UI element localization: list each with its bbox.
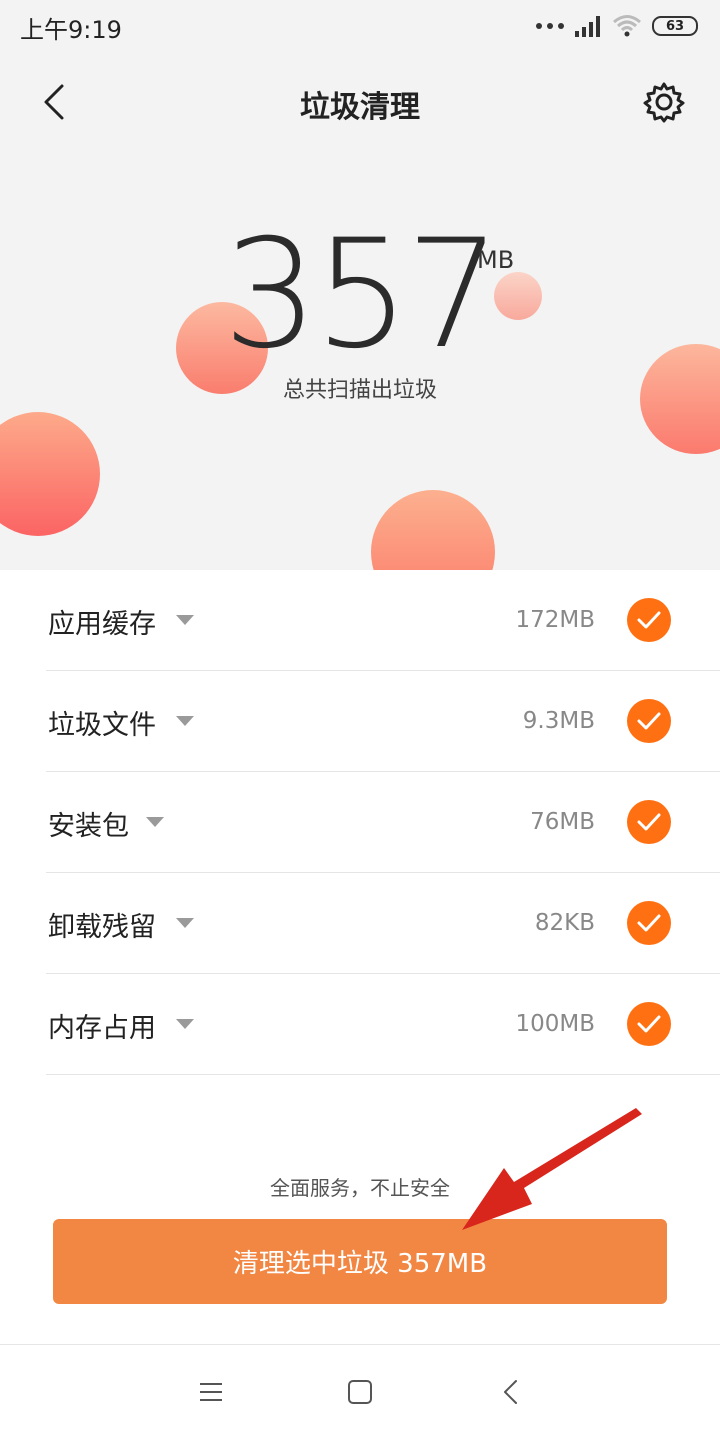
junk-row-uninstall-residue[interactable]: 卸载残留 82KB (46, 873, 720, 974)
category-size: 76MB (530, 809, 595, 835)
settings-button[interactable] (642, 80, 686, 124)
status-icons: 63 (536, 12, 698, 40)
wifi-icon (613, 15, 641, 37)
scan-summary-area: 上午9:19 63 垃圾清理 357 MB 总共扫描出垃圾 (0, 0, 720, 570)
page-title: 垃圾清理 (300, 90, 420, 125)
junk-row-memory-usage[interactable]: 内存占用 100MB (46, 974, 720, 1075)
decorative-bubble (0, 412, 100, 536)
more-dots-icon (536, 23, 564, 29)
checkbox-checked-icon[interactable] (627, 699, 671, 743)
category-size: 172MB (515, 607, 595, 633)
category-label: 内存占用 (48, 1013, 156, 1044)
menu-nav-button[interactable] (196, 1377, 226, 1407)
title-bar: 垃圾清理 (0, 60, 720, 144)
junk-row-install-packages[interactable]: 安装包 76MB (46, 772, 720, 873)
category-label: 应用缓存 (48, 609, 156, 640)
gear-icon (643, 82, 685, 123)
home-square-icon (348, 1380, 372, 1404)
junk-row-app-cache[interactable]: 应用缓存 172MB (46, 570, 720, 671)
checkbox-checked-icon[interactable] (627, 598, 671, 642)
expand-caret-icon[interactable] (146, 817, 164, 827)
junk-row-junk-files[interactable]: 垃圾文件 9.3MB (46, 671, 720, 772)
back-triangle-icon (504, 1380, 517, 1404)
annotation-arrow-icon (462, 1108, 642, 1230)
category-label: 安装包 (48, 811, 129, 842)
category-size: 100MB (515, 1011, 595, 1037)
scan-summary-label: 总共扫描出垃圾 (282, 378, 437, 403)
battery-icon: 63 (652, 16, 698, 36)
junk-total-amount: 357 (222, 208, 501, 382)
status-time: 上午9:19 (20, 16, 122, 44)
category-size: 82KB (534, 910, 595, 936)
back-nav-button[interactable] (496, 1377, 526, 1407)
expand-caret-icon[interactable] (176, 1019, 194, 1029)
home-nav-button[interactable] (345, 1377, 375, 1407)
category-size: 9.3MB (522, 708, 595, 734)
signal-icon (575, 16, 600, 37)
junk-category-list: 应用缓存 172MB 垃圾文件 9.3MB 安装包 76MB 卸载残留 82KB… (46, 570, 720, 1075)
checkbox-checked-icon[interactable] (627, 800, 671, 844)
category-label: 卸载残留 (48, 912, 156, 943)
system-nav-bar (0, 1345, 720, 1440)
checkbox-checked-icon[interactable] (627, 901, 671, 945)
decorative-bubble (371, 490, 495, 570)
checkbox-checked-icon[interactable] (627, 1002, 671, 1046)
expand-caret-icon[interactable] (176, 918, 194, 928)
junk-total-unit: MB (477, 246, 515, 274)
expand-caret-icon[interactable] (176, 615, 194, 625)
category-label: 垃圾文件 (48, 710, 156, 741)
expand-caret-icon[interactable] (176, 716, 194, 726)
menu-icon (200, 1383, 222, 1401)
status-bar: 上午9:19 63 (0, 0, 720, 52)
